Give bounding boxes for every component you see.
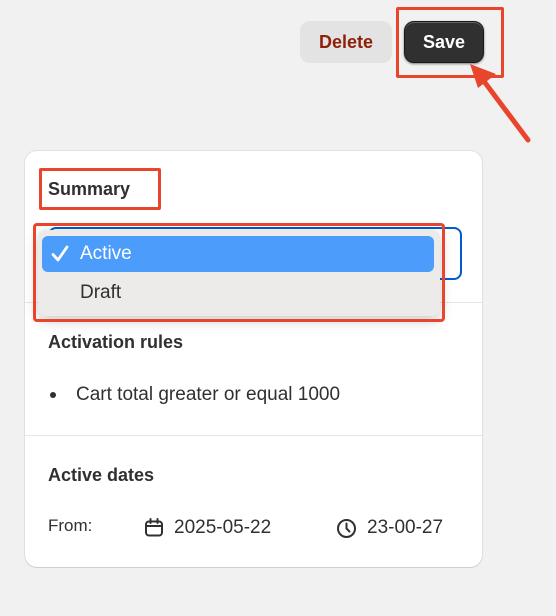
checkmark-icon (42, 244, 78, 264)
activation-rules-title: Activation rules (48, 332, 184, 352)
summary-title: Summary (48, 179, 131, 199)
option-label: Active (80, 243, 132, 264)
delete-button[interactable]: Delete (300, 21, 392, 63)
start-time-field[interactable]: 23-00-27 (336, 517, 443, 539)
from-label: From: (48, 516, 93, 535)
save-button[interactable]: Save (404, 21, 484, 63)
start-time-value: 23-00-27 (367, 517, 444, 538)
list-item: Cart total greater or equal 1000 (48, 384, 340, 406)
arrow-annotation (470, 64, 531, 143)
option-active[interactable]: Active (42, 236, 434, 272)
start-date-field[interactable]: 2025-05-22 (144, 517, 271, 539)
divider (25, 435, 482, 436)
calendar-icon (145, 518, 163, 537)
option-label: Draft (80, 282, 122, 303)
start-date-value: 2025-05-22 (174, 517, 272, 538)
clock-icon (337, 518, 356, 538)
discount-card (25, 151, 482, 567)
active-dates-title: Active dates (48, 465, 155, 485)
status-dropdown[interactable]: Active Draft (38, 230, 440, 316)
bullet-icon (50, 392, 56, 398)
rule-text: Cart total greater or equal 1000 (76, 384, 341, 405)
option-draft[interactable]: Draft (42, 275, 434, 311)
